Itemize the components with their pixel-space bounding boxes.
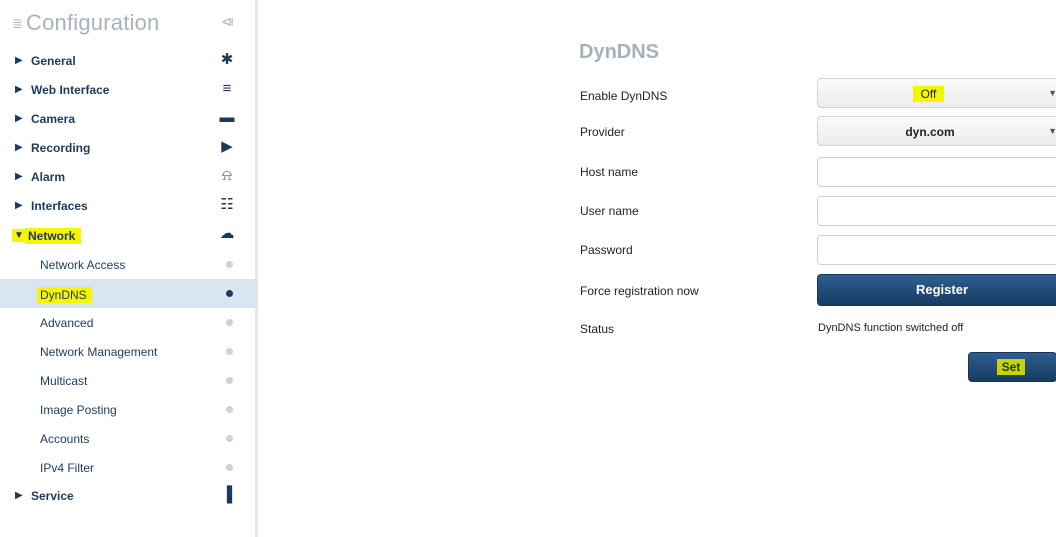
host-name-label: Host name xyxy=(580,165,639,179)
nav-label: Network xyxy=(25,228,82,244)
expanded-arrow-icon: ▼ xyxy=(12,229,26,242)
register-button[interactable]: Register xyxy=(817,274,1056,306)
provider-select[interactable]: dyn.com ▼ xyxy=(817,116,1056,146)
sidebar-item-image-posting[interactable]: Image Posting xyxy=(0,395,258,424)
sub-label: IPv4 Filter xyxy=(40,461,95,475)
user-name-input[interactable] xyxy=(817,196,1056,226)
sidebar-item-ipv4-filter[interactable]: IPv4 Filter xyxy=(0,453,258,482)
interfaces-icon: ☷ xyxy=(220,196,234,213)
set-button[interactable]: Set xyxy=(968,352,1056,382)
status-dot xyxy=(226,406,233,413)
chevron-down-icon: ▼ xyxy=(1048,126,1056,136)
sidebar-title: Configuration xyxy=(26,10,160,35)
status-dot xyxy=(226,464,233,471)
nav-label: Service xyxy=(31,489,74,503)
nav-label: Alarm xyxy=(31,170,66,184)
camera-icon: ▬ xyxy=(219,109,235,126)
sidebar-header: ≣ Configuration ⧏ xyxy=(0,0,258,44)
sidebar-item-network-management[interactable]: Network Management xyxy=(0,337,258,366)
status-label: Status xyxy=(580,322,615,336)
collapse-sidebar-icon[interactable]: ⧏ xyxy=(221,14,234,30)
sidebar-item-advanced[interactable]: Advanced xyxy=(0,308,258,337)
expand-arrow-icon: ▶ xyxy=(15,490,23,501)
host-name-input[interactable] xyxy=(817,157,1056,187)
nav-network[interactable]: ▼ Network ☁ xyxy=(0,220,258,249)
status-value: DynDNS function switched off xyxy=(818,322,964,334)
nav-interfaces[interactable]: ▶ Interfaces ☷ xyxy=(0,191,258,220)
network-icon: ☁ xyxy=(219,225,235,242)
password-label: Password xyxy=(580,243,633,257)
sub-label: Multicast xyxy=(40,374,88,388)
sidebar-item-accounts[interactable]: Accounts xyxy=(0,424,258,453)
nav-label: Web Interface xyxy=(31,83,110,97)
nav-web-interface[interactable]: ▶ Web Interface ≡ xyxy=(0,75,258,104)
sidebar: ≣ Configuration ⧏ ▶ General ✱ ▶ Web Inte… xyxy=(0,0,258,537)
status-dot xyxy=(226,377,233,384)
bell-icon: ⍾ xyxy=(222,167,232,184)
menu-lines-icon: ≡ xyxy=(222,80,232,97)
status-dot xyxy=(226,290,233,297)
sidebar-item-dyndns[interactable]: DynDNS xyxy=(0,279,258,308)
status-dot xyxy=(226,261,233,268)
nav-label: Recording xyxy=(31,141,91,155)
nav-label: General xyxy=(31,54,76,68)
expand-arrow-icon: ▶ xyxy=(15,113,23,124)
provider-label: Provider xyxy=(580,125,625,139)
expand-arrow-icon: ▶ xyxy=(15,55,23,66)
sub-label: Accounts xyxy=(40,432,90,446)
nav-recording[interactable]: ▶ Recording ▶ xyxy=(0,133,258,162)
chevron-down-icon: ▼ xyxy=(1048,88,1056,98)
enable-dyndns-label: Enable DynDNS xyxy=(580,89,668,103)
nav-label: Interfaces xyxy=(31,199,88,213)
nav-alarm[interactable]: ▶ Alarm ⍾ xyxy=(0,162,258,191)
nav-camera[interactable]: ▶ Camera ▬ xyxy=(0,104,258,133)
sub-label: Network Access xyxy=(40,258,126,272)
selected-value: dyn.com xyxy=(905,125,955,139)
recording-icon: ▶ xyxy=(221,138,233,155)
bar-chart-icon: ▐ xyxy=(221,486,233,503)
user-name-label: User name xyxy=(580,204,639,218)
nav-label: Camera xyxy=(31,112,76,126)
force-registration-label: Force registration now xyxy=(580,284,699,298)
expand-arrow-icon: ▶ xyxy=(15,171,23,182)
sub-label: Image Posting xyxy=(40,403,117,417)
status-dot xyxy=(226,319,233,326)
main-content: DynDNS Enable DynDNS Off ▼ Provider dyn.… xyxy=(261,0,1056,537)
expand-arrow-icon: ▶ xyxy=(15,84,23,95)
gear-icon: ✱ xyxy=(220,51,234,68)
nav-service[interactable]: ▶ Service ▐ xyxy=(0,481,258,510)
nav-general[interactable]: ▶ General ✱ xyxy=(0,46,258,75)
status-dot xyxy=(226,435,233,442)
password-input[interactable] xyxy=(817,235,1056,265)
status-dot xyxy=(226,348,233,355)
configuration-icon: ≣ xyxy=(12,16,23,31)
sidebar-item-network-access[interactable]: Network Access xyxy=(0,250,258,279)
selected-value: Off xyxy=(912,86,945,102)
sub-label: Advanced xyxy=(40,316,94,330)
sidebar-item-multicast[interactable]: Multicast xyxy=(0,366,258,395)
enable-dyndns-select[interactable]: Off ▼ xyxy=(817,78,1056,108)
expand-arrow-icon: ▶ xyxy=(15,142,23,153)
set-button-label: Set xyxy=(996,359,1026,375)
sub-label: DynDNS xyxy=(37,287,92,303)
page-title: DynDNS xyxy=(579,41,660,63)
expand-arrow-icon: ▶ xyxy=(15,200,23,211)
sub-label: Network Management xyxy=(40,345,158,359)
